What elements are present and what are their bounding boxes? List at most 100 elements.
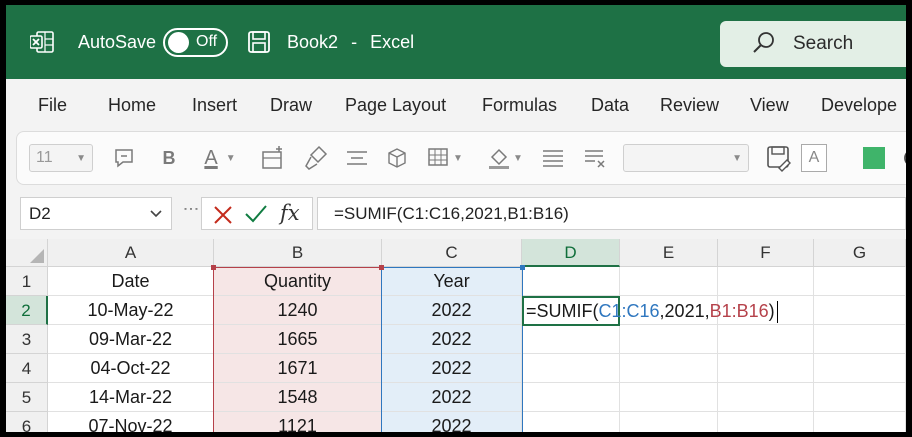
cell-e3[interactable] [620,325,718,354]
align-justify-icon[interactable] [539,144,567,172]
cell-d2-edit-text[interactable]: =SUMIF(C1:C16,2021,B1:B16) [526,297,778,325]
select-all-button[interactable] [6,239,48,267]
delete-cells-icon[interactable] [581,144,609,172]
chevron-down-icon [150,210,162,218]
column-header-c[interactable]: C [382,239,522,267]
save-icon[interactable] [247,30,271,54]
cell-c1[interactable]: Year [382,267,522,296]
tab-draw[interactable]: Draw [270,95,312,116]
cell-f4[interactable] [718,354,814,383]
column-header-b[interactable]: B [214,239,382,267]
insert-cells-icon[interactable] [259,144,287,172]
cell-a5[interactable]: 14-Mar-22 [48,383,214,412]
cell-e1[interactable] [620,267,718,296]
cell-a3[interactable]: 09-Mar-22 [48,325,214,354]
tab-developer[interactable]: Develope [821,95,897,116]
cell-f6[interactable] [718,412,814,432]
tab-file[interactable]: File [38,95,67,116]
title-bar: AutoSave Off Book2 - Excel Search [6,5,906,79]
cancel-icon[interactable] [212,202,234,226]
cell-c3[interactable]: 2022 [382,325,522,354]
row-header-5[interactable]: 5 [6,383,48,412]
tab-review[interactable]: Review [660,95,719,116]
cell-g6[interactable] [814,412,906,432]
cell-e5[interactable] [620,383,718,412]
column-header-a[interactable]: A [48,239,214,267]
toggle-knob [168,32,189,53]
3d-box-icon[interactable] [383,144,411,172]
format-table-icon [428,148,448,166]
cell-b2[interactable]: 1240 [214,296,382,325]
cell-g3[interactable] [814,325,906,354]
cell-g1[interactable] [814,267,906,296]
row-header-2[interactable]: 2 [6,296,48,325]
cell-c4[interactable]: 2022 [382,354,522,383]
cell-f1[interactable] [718,267,814,296]
cell-b6[interactable]: 1121 [214,412,382,432]
format-painter-icon[interactable] [303,144,331,172]
range-handle-c-right[interactable] [520,265,525,270]
cell-a1[interactable]: Date [48,267,214,296]
name-box[interactable]: D2 [20,197,172,230]
style-dropdown[interactable]: ▼ [623,144,749,172]
cell-d1[interactable] [522,267,620,296]
search-box[interactable]: Search [720,21,906,67]
cell-a4[interactable]: 04-Oct-22 [48,354,214,383]
row-header-6[interactable]: 6 [6,412,48,432]
font-color-button[interactable]: A ▼ [195,144,245,172]
more-options-icon[interactable]: ⋮ [181,201,200,214]
format-table-button[interactable]: ▼ [421,144,467,172]
cell-g5[interactable] [814,383,906,412]
save-as-icon[interactable] [765,144,793,172]
cell-b4[interactable]: 1671 [214,354,382,383]
formula-input[interactable]: =SUMIF(C1:C16,2021,B1:B16) [317,197,906,230]
tab-view[interactable]: View [750,95,789,116]
cell-a2[interactable]: 10-May-22 [48,296,214,325]
bold-button[interactable]: B [159,144,179,172]
cell-c6[interactable]: 2022 [382,412,522,432]
cell-f5[interactable] [718,383,814,412]
cell-d6[interactable] [522,412,620,432]
autosave-toggle[interactable]: Off [163,28,228,57]
align-center-icon[interactable] [343,144,371,172]
cell-f3[interactable] [718,325,814,354]
edit-prefix: =SUMIF( [526,301,599,321]
cell-b5[interactable]: 1548 [214,383,382,412]
comment-icon[interactable] [111,144,139,172]
cell-c2[interactable]: 2022 [382,296,522,325]
font-size-dropdown[interactable]: 11 ▼ [29,144,93,172]
fill-color-button[interactable]: ▼ [481,144,527,172]
column-header-d[interactable]: D [522,239,620,267]
row-header-3[interactable]: 3 [6,325,48,354]
cell-d5[interactable] [522,383,620,412]
cell-d4[interactable] [522,354,620,383]
tab-insert[interactable]: Insert [192,95,237,116]
insert-function-button[interactable]: fx [280,201,300,225]
column-header-g[interactable]: G [814,239,906,267]
cell-g2[interactable] [814,296,906,325]
range-handle-b-right[interactable] [379,265,384,270]
cell-e6[interactable] [620,412,718,432]
row-header-1[interactable]: 1 [6,267,48,296]
text-style-button[interactable]: A [801,144,827,172]
cell-c5[interactable]: 2022 [382,383,522,412]
column-header-f[interactable]: F [718,239,814,267]
column-header-e[interactable]: E [620,239,718,267]
tab-formulas[interactable]: Formulas [482,95,557,116]
font-color-glyph: A [204,146,218,169]
cell-a6[interactable]: 07-Nov-22 [48,412,214,432]
cell-e4[interactable] [620,354,718,383]
row-header-4[interactable]: 4 [6,354,48,383]
accessibility-icon[interactable] [901,144,906,172]
tab-home[interactable]: Home [108,95,156,116]
tab-page-layout[interactable]: Page Layout [345,95,446,116]
range-handle-b-left[interactable] [211,265,216,270]
cell-b1[interactable]: Quantity [214,267,382,296]
tab-data[interactable]: Data [591,95,629,116]
formula-text: =SUMIF(C1:C16,2021,B1:B16) [334,204,569,223]
cell-d3[interactable] [522,325,620,354]
cell-b3[interactable]: 1665 [214,325,382,354]
green-fill-swatch[interactable] [863,147,885,169]
cell-g4[interactable] [814,354,906,383]
enter-check-icon[interactable] [244,201,268,225]
